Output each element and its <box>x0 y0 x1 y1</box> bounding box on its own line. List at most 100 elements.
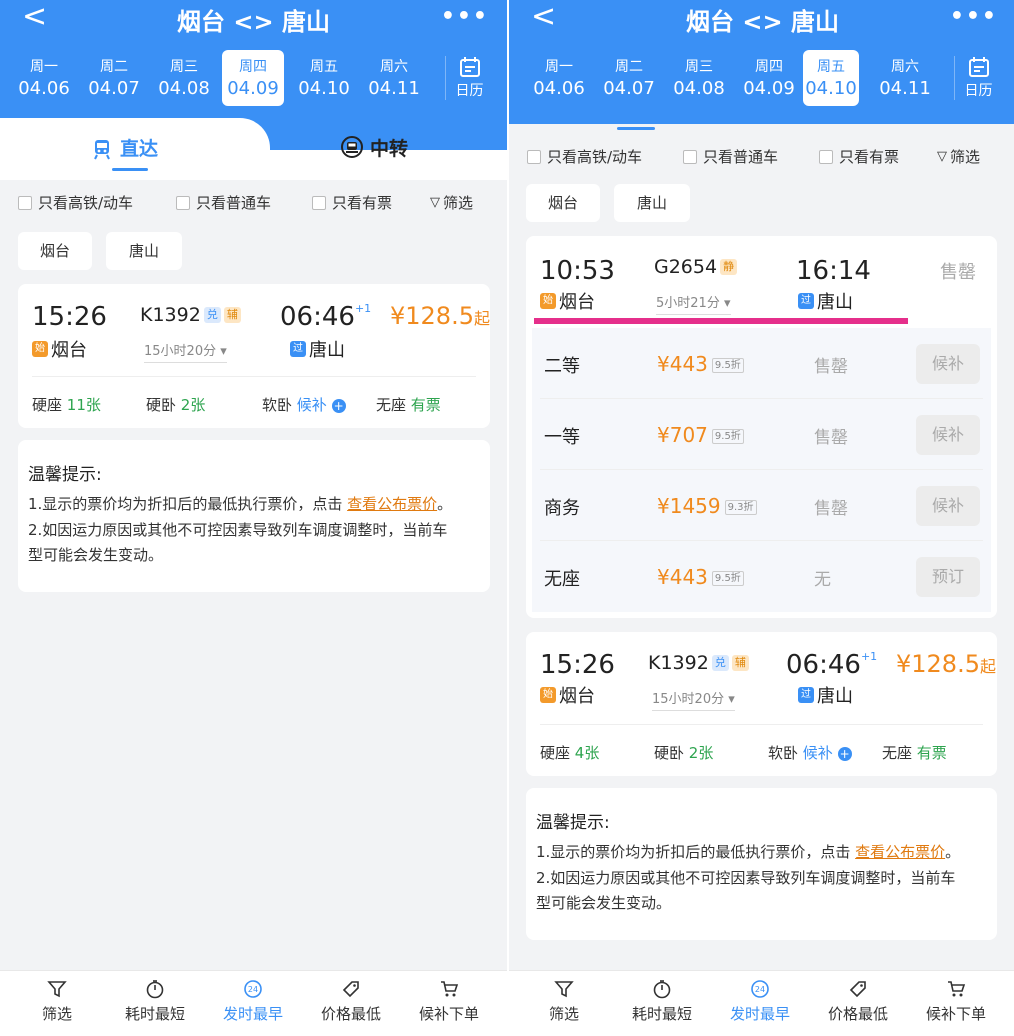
price-tag-icon <box>342 981 359 998</box>
bottom-nav: 筛选 耗时最短 24 发时最早 价格最低 候补下单 <box>509 970 1014 1036</box>
depart-time: 15:26 <box>32 302 107 332</box>
waitlist-button[interactable]: 候补 <box>916 344 980 384</box>
train-number: G2654 静 <box>654 256 738 278</box>
right-screen: < 烟台 <> 唐山 ••• 周一 04.06 周二 04.07 周三 04.08 周… <box>509 0 1014 1036</box>
nav-shortest[interactable]: 耗时最短 <box>110 979 200 1024</box>
train-number: K1392 兑辅 <box>140 304 241 326</box>
high-speed-checkbox[interactable]: 只看高铁/动车 <box>527 146 642 167</box>
duration[interactable]: 15小时20分 ▾ <box>652 688 735 711</box>
nav-earliest[interactable]: 24 发时最早 <box>208 979 298 1024</box>
clock-24-icon: 24 <box>244 980 262 998</box>
seat-soft-sleeper[interactable]: 软卧 候补 + <box>262 394 346 415</box>
seat-no-seat: 无座 有票 <box>882 744 947 762</box>
seat-no-seat: 无座 有票 <box>376 396 441 414</box>
from-station-chip[interactable]: 烟台 <box>526 184 600 222</box>
train-number: K1392 兑辅 <box>648 652 749 674</box>
seat-class-row: 商务 ¥1459 9.3折 售罄 候补 <box>532 470 991 540</box>
depart-station: 始烟台 <box>32 336 87 362</box>
high-speed-checkbox[interactable]: 只看高铁/动车 <box>18 192 133 213</box>
nav-waitlist[interactable]: 候补下单 <box>911 979 1001 1024</box>
waitlist-button[interactable]: 候补 <box>916 415 980 455</box>
tips-card: 温馨提示: 1.显示的票价均为折扣后的最低执行票价，点击 查看公布票价。 2.如… <box>18 440 490 592</box>
chevron-down-icon: ▾ <box>220 344 227 359</box>
view-fare-link[interactable]: 查看公布票价 <box>855 843 945 861</box>
normal-train-checkbox[interactable]: 只看普通车 <box>683 146 778 167</box>
depart-time: 15:26 <box>540 650 615 680</box>
date-item[interactable]: 周三 04.08 <box>152 50 216 106</box>
price-tag-icon <box>849 981 866 998</box>
cart-icon <box>441 981 459 997</box>
tips-card: 温馨提示: 1.显示的票价均为折扣后的最低执行票价，点击 查看公布票价。 2.如… <box>526 788 997 940</box>
date-item[interactable]: 周六 04.11 <box>362 50 426 106</box>
date-item[interactable]: 周一 04.06 <box>527 50 591 106</box>
filter-bar: 只看高铁/动车 只看普通车 只看有票 ▽ 筛选 <box>0 192 507 222</box>
date-item[interactable]: 周五 04.10 <box>292 50 356 106</box>
waitlist-button[interactable]: 候补 <box>916 486 980 526</box>
nav-cheapest[interactable]: 价格最低 <box>813 979 903 1024</box>
arrive-time: 16:14 <box>796 256 871 286</box>
calendar-button[interactable]: 日历 <box>445 56 493 100</box>
start-badge: 始 <box>540 293 556 309</box>
more-button[interactable]: ••• <box>950 4 998 29</box>
more-button[interactable]: ••• <box>441 4 489 29</box>
calendar-icon <box>459 57 480 77</box>
header: < 烟台 <> 唐山 ••• 周一 04.06 周二 04.07 周三 04.08 周… <box>509 0 1014 124</box>
nav-shortest[interactable]: 耗时最短 <box>617 979 707 1024</box>
to-station-chip[interactable]: 唐山 <box>614 184 690 222</box>
nav-cheapest[interactable]: 价格最低 <box>306 979 396 1024</box>
nav-earliest[interactable]: 24 发时最早 <box>715 979 805 1024</box>
arrive-station: 过唐山 <box>798 682 853 708</box>
from-station-chip[interactable]: 烟台 <box>18 232 92 270</box>
svg-text:24: 24 <box>248 985 258 994</box>
arrive-time: 06:46+1 <box>786 650 878 680</box>
nav-filter[interactable]: 筛选 <box>12 979 102 1024</box>
seat-hard-sleeper: 硬卧 2张 <box>654 744 714 762</box>
date-item[interactable]: 周一 04.06 <box>12 50 76 106</box>
seat-class-row: 二等 ¥443 9.5折 售罄 候补 <box>532 328 991 398</box>
available-only-checkbox[interactable]: 只看有票 <box>819 146 899 167</box>
depart-time: 10:53 <box>540 256 615 286</box>
date-item[interactable]: 周二 04.07 <box>82 50 146 106</box>
date-item[interactable]: 周四 04.09 <box>737 50 801 106</box>
train-icon <box>94 140 110 160</box>
seat-class-panel: 二等 ¥443 9.5折 售罄 候补 一等 ¥707 9.5折 售罄 候补 商务 ¥… <box>532 328 991 612</box>
seat-hard-sleeper: 硬卧 2张 <box>146 396 206 414</box>
filter-button[interactable]: ▽ 筛选 <box>430 192 473 213</box>
to-station-chip[interactable]: 唐山 <box>106 232 182 270</box>
train-card[interactable]: 15:26 始烟台 K1392 兑辅 15小时20分 ▾ 06:46+1 过唐山 … <box>18 284 490 428</box>
nav-filter[interactable]: 筛选 <box>519 979 609 1024</box>
train-card-expanded[interactable]: 10:53 始烟台 G2654 静 5小时21分 ▾ 16:14 过唐山 售罄 二… <box>526 236 997 618</box>
available-only-checkbox[interactable]: 只看有票 <box>312 192 392 213</box>
left-screen: < 烟台 <> 唐山 ••• 周一 04.06 周二 04.07 周三 04.08 周… <box>0 0 507 1036</box>
filter-button[interactable]: ▽ 筛选 <box>937 146 980 167</box>
nav-waitlist[interactable]: 候补下单 <box>404 979 494 1024</box>
highlight-bar <box>534 318 908 324</box>
calendar-icon <box>968 57 989 77</box>
page-title: 烟台 <> 唐山 <box>686 8 839 36</box>
duration[interactable]: 15小时20分 ▾ <box>144 340 227 363</box>
date-item[interactable]: 周三 04.08 <box>667 50 731 106</box>
calendar-button[interactable]: 日历 <box>954 56 1002 100</box>
soldout-status: 售罄 <box>940 262 976 283</box>
train-card[interactable]: 15:26 始烟台 K1392 兑辅 15小时20分 ▾ 06:46+1 过唐山 … <box>526 632 997 776</box>
seat-class-row: 无座 ¥443 9.5折 无 预订 <box>532 541 991 611</box>
duration[interactable]: 5小时21分 ▾ <box>656 292 731 315</box>
date-strip: 周一 04.06 周二 04.07 周三 04.08 周四 04.09 周五 04.10 … <box>521 50 941 108</box>
date-item[interactable]: 周六 04.11 <box>873 50 937 106</box>
seat-soft-sleeper[interactable]: 软卧 候补 + <box>768 742 852 763</box>
date-item[interactable]: 周二 04.07 <box>597 50 661 106</box>
filter-icon <box>47 981 67 998</box>
tab-direct[interactable]: 直达 <box>0 118 270 178</box>
arrive-station: 过唐山 <box>290 336 345 362</box>
book-button[interactable]: 预订 <box>916 557 980 597</box>
arrive-time: 06:46+1 <box>280 302 372 332</box>
seat-class-row: 一等 ¥707 9.5折 售罄 候补 <box>532 399 991 469</box>
date-strip: 周一 04.06 周二 04.07 周三 04.08 周四 04.09 周五 04.10 … <box>12 50 432 108</box>
filter-bar: 只看高铁/动车 只看普通车 只看有票 ▽ 筛选 <box>509 146 1014 176</box>
date-item-selected[interactable]: 周四 04.09 <box>222 50 284 106</box>
tab-transfer[interactable]: 中转 <box>340 134 408 161</box>
view-fare-link[interactable]: 查看公布票价 <box>347 495 437 513</box>
funnel-icon: ▽ <box>937 149 947 164</box>
normal-train-checkbox[interactable]: 只看普通车 <box>176 192 271 213</box>
date-item-selected[interactable]: 周五 04.10 <box>803 50 859 106</box>
